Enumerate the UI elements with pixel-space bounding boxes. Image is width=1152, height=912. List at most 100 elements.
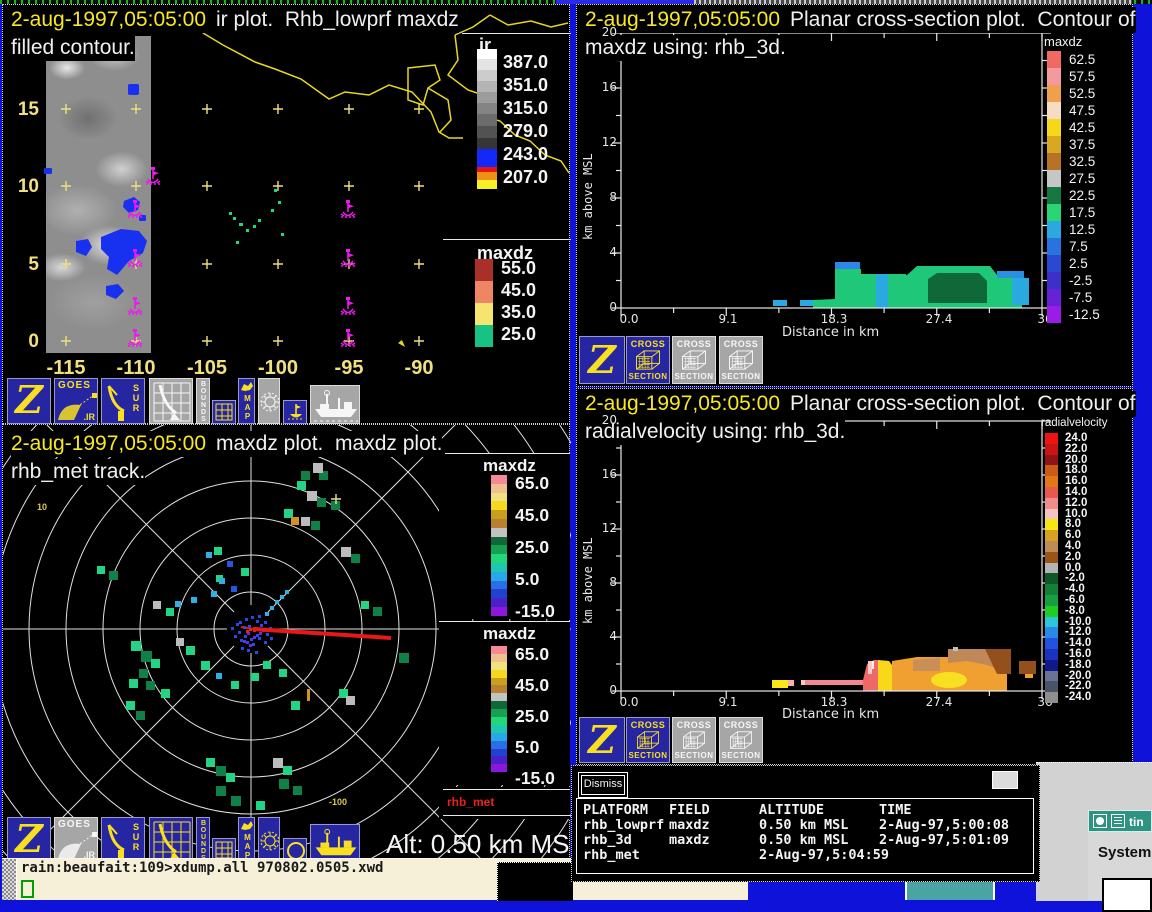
maxdz-contours bbox=[773, 262, 1029, 308]
zebra-logo-button[interactable]: Z bbox=[7, 817, 51, 862]
gear-button[interactable] bbox=[258, 378, 280, 424]
range-ring-label: 10 bbox=[37, 502, 47, 512]
window-ir-map[interactable]: 2-aug-1997,05:05:00ir plot. Rhb_lowprf m… bbox=[2, 4, 570, 424]
wind-glyph bbox=[398, 340, 405, 347]
desktop-teal-fragment bbox=[905, 882, 995, 900]
bounds-label: BOUNDS bbox=[200, 381, 207, 423]
lon-label: -95 bbox=[319, 357, 379, 380]
bl-timestamp: 2-aug-1997,05:05:00 bbox=[11, 432, 206, 455]
zebra-logo-button[interactable]: Z bbox=[579, 717, 625, 763]
lon-label: -100 bbox=[248, 357, 308, 380]
tl-timestamp: 2-aug-1997,05:05:00 bbox=[11, 8, 206, 31]
system-label: System bbox=[1098, 844, 1151, 861]
bounds-button[interactable]: BOUNDS bbox=[196, 817, 210, 862]
bounds-button[interactable]: BOUNDS bbox=[196, 378, 210, 424]
cross-section-button-1[interactable]: CROSS SECTION bbox=[626, 717, 670, 763]
system-window[interactable]: tin System bbox=[1088, 810, 1152, 900]
ir-colorbar-separator bbox=[462, 33, 571, 34]
radar-grid-button[interactable] bbox=[149, 378, 193, 424]
data-status-popup[interactable]: Dismiss PLATFORMFIELDALTITUDETIMErhb_low… bbox=[571, 765, 1040, 882]
map-icon bbox=[240, 820, 254, 832]
ship-button[interactable] bbox=[310, 824, 360, 862]
table-row: rhb_lowprfmaxdz0.50 km MSL2-Aug-97,5:00:… bbox=[581, 817, 1033, 832]
gear-button[interactable] bbox=[258, 817, 280, 862]
zebra-z-icon: Z bbox=[580, 718, 624, 762]
bl-colorbar2: maxdz 65.045.025.05.0-15.0 bbox=[439, 621, 570, 785]
surveillance-radar-button[interactable]: SUR bbox=[101, 817, 145, 862]
maxdz-colorbar-strip bbox=[475, 259, 493, 347]
radar-grid-icon bbox=[152, 820, 192, 862]
lat-label: 10 bbox=[9, 176, 39, 198]
cross-section-button-2[interactable]: CROSS SECTION bbox=[672, 717, 716, 763]
window-radar-ppi[interactable]: 2-aug-1997,05:05:00maxdz plot. maxdz plo… bbox=[2, 424, 570, 863]
surveillance-radar-button[interactable]: SUR bbox=[101, 378, 145, 424]
tl-title-line1: 2-aug-1997,05:05:00ir plot. Rhb_lowprf m… bbox=[11, 7, 459, 33]
goes-ir-label: .IR bbox=[83, 412, 95, 422]
ship-icon bbox=[312, 826, 360, 862]
zebra-logo-button[interactable]: Z bbox=[579, 336, 625, 384]
y-tick: 4 bbox=[589, 245, 617, 259]
sur-label: SUR bbox=[131, 383, 140, 413]
lon-label: -105 bbox=[177, 357, 237, 380]
x-axis-label: Distance in km bbox=[782, 325, 879, 340]
tr-colorbar-labels: 62.557.552.547.542.537.532.527.522.517.5… bbox=[1069, 51, 1100, 323]
cross-section-button-1[interactable]: CROSS SECTION bbox=[626, 336, 670, 384]
ship-button[interactable] bbox=[310, 385, 360, 424]
goes-label: GOES bbox=[58, 380, 91, 391]
cube-icon bbox=[633, 730, 663, 751]
lon-label: -90 bbox=[389, 357, 449, 380]
center-echo-cluster bbox=[231, 615, 273, 654]
cross-section-button-3[interactable]: CROSS SECTION bbox=[719, 717, 763, 763]
map-label: MAP bbox=[243, 833, 252, 860]
map-button[interactable]: MAP bbox=[238, 817, 255, 862]
terminal-command-line: rain:beaufait:109>xdump.all 970802.0505.… bbox=[21, 860, 383, 876]
x-axis-label: Distance in km bbox=[782, 707, 879, 722]
br-title-line2: radialvelocity using: rhb_3d. bbox=[585, 419, 845, 445]
altitude-readout: Alt: 0.50 km MSL bbox=[386, 829, 584, 860]
bl-title-line2: rhb_met track. bbox=[11, 459, 145, 485]
y-tick: 20 bbox=[589, 413, 617, 427]
rhb-met-track-line bbox=[253, 629, 391, 638]
gear-icon bbox=[259, 391, 280, 413]
br-colorbar-labels: 24.022.020.018.016.014.012.010.08.06.04.… bbox=[1065, 433, 1091, 703]
grid-icon bbox=[214, 840, 234, 860]
goes-ir-button[interactable]: GOES .IR bbox=[54, 817, 98, 862]
window-xsection-maxdz[interactable]: 2-aug-1997,05:05:00Planar cross-section … bbox=[576, 4, 1133, 387]
buoy-button[interactable] bbox=[283, 400, 307, 424]
br-colorbar-title: radialvelocity bbox=[1041, 417, 1107, 429]
desktop-top-blue bbox=[556, 0, 694, 4]
goes-ir-button[interactable]: GOES .IR bbox=[54, 378, 98, 424]
bounds-label: BOUNDS bbox=[200, 820, 207, 862]
range-ring-label: -100 bbox=[329, 797, 347, 807]
ir-colorbar-strip bbox=[477, 49, 497, 189]
table-row: rhb_met2-Aug-97,5:04:59 bbox=[581, 847, 1033, 862]
dismiss-button[interactable]: Dismiss bbox=[578, 772, 628, 798]
lon-label: -110 bbox=[106, 357, 166, 380]
lat-label: 15 bbox=[9, 99, 39, 121]
lat-label: 0 bbox=[9, 331, 39, 353]
x-tick: 27.4 bbox=[917, 695, 961, 709]
cross-section-button-2[interactable]: CROSS SECTION bbox=[672, 336, 716, 384]
y-tick: 12 bbox=[589, 521, 617, 535]
zebra-logo-button[interactable]: Z bbox=[7, 378, 51, 424]
window-menu-icon[interactable] bbox=[1093, 814, 1107, 828]
window-xsection-radialvelocity[interactable]: 2-aug-1997,05:05:00Planar cross-section … bbox=[576, 388, 1133, 765]
radialvelocity-contours bbox=[772, 647, 1036, 691]
map-button[interactable]: MAP bbox=[238, 378, 255, 424]
small-grid-button[interactable] bbox=[212, 400, 236, 424]
platform-status-table: PLATFORMFIELDALTITUDETIMErhb_lowprfmaxdz… bbox=[576, 798, 1034, 874]
y-tick: 16 bbox=[589, 80, 617, 94]
y-axis-label: km above MSL bbox=[581, 153, 595, 240]
tr-colorbar-title: maxdz bbox=[1044, 34, 1082, 49]
window-iconify-icon[interactable] bbox=[1111, 814, 1125, 828]
map-label: MAP bbox=[243, 394, 252, 421]
cube-icon bbox=[726, 730, 756, 751]
radar-grid-button[interactable] bbox=[149, 817, 193, 862]
cross-section-button-3[interactable]: CROSS SECTION bbox=[719, 336, 763, 384]
ir-colorbar-labels: 387.0351.0315.0279.0243.0207.0 bbox=[503, 51, 548, 189]
system-window-titlebar[interactable]: tin bbox=[1088, 810, 1152, 832]
xterm-scrollbar[interactable] bbox=[2, 859, 17, 900]
radar-dish-icon bbox=[104, 819, 130, 862]
terminal-cursor bbox=[21, 880, 34, 898]
desktop: { "windows": { "tl": { "time": "2-aug-19… bbox=[0, 0, 1152, 900]
